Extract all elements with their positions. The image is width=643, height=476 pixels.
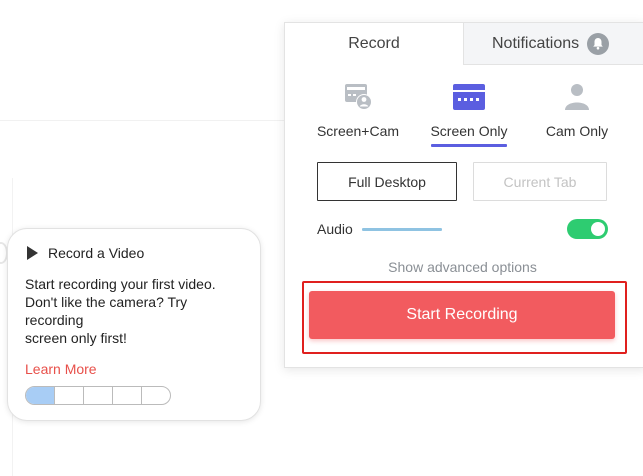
- onboarding-body: Start recording your first video. Don't …: [25, 275, 255, 347]
- bell-icon: [587, 32, 610, 55]
- tab-bar: Record Notifications: [285, 23, 643, 65]
- audio-label: Audio: [317, 221, 353, 237]
- progress-step: [55, 387, 84, 404]
- progress-step: [142, 387, 170, 404]
- tab-notifications[interactable]: Notifications: [463, 23, 643, 65]
- mode-screen-cam-label: Screen+Cam: [316, 123, 400, 139]
- tab-notifications-label: Notifications: [492, 34, 580, 52]
- mode-cam-only-label: Cam Only: [545, 123, 609, 139]
- onboarding-body-line: recording: [25, 312, 84, 328]
- onboarding-card: Record a Video Start recording your firs…: [7, 228, 261, 421]
- onboarding-body-line: screen only first!: [25, 330, 127, 346]
- onboarding-header: Record a Video: [27, 245, 144, 261]
- progress-step: [113, 387, 142, 404]
- onboarding-body-line: Don't like the camera? Try: [25, 294, 188, 310]
- toggle-knob: [591, 222, 605, 236]
- show-advanced-options-link[interactable]: Show advanced options: [285, 259, 640, 275]
- progress-step: [26, 387, 55, 404]
- mode-screen-only-label: Screen Only: [430, 123, 508, 139]
- audio-level-slider[interactable]: [362, 228, 442, 231]
- screen-cam-icon: [310, 81, 406, 113]
- play-icon: [27, 246, 38, 260]
- onboarding-progress: [25, 386, 171, 405]
- mode-screen-cam[interactable]: Screen+Cam: [310, 81, 406, 139]
- current-tab-button[interactable]: Current Tab: [473, 162, 607, 201]
- cam-only-icon: [535, 81, 619, 113]
- selected-mode-indicator: [431, 144, 507, 147]
- start-recording-button[interactable]: Start Recording: [309, 291, 615, 339]
- progress-step: [84, 387, 113, 404]
- learn-more-link[interactable]: Learn More: [25, 361, 97, 377]
- mode-cam-only[interactable]: Cam Only: [535, 81, 619, 139]
- mode-screen-only[interactable]: Screen Only: [425, 81, 513, 147]
- background-divider: [0, 120, 285, 121]
- onboarding-body-line: Start recording your first video.: [25, 276, 216, 292]
- tab-record[interactable]: Record: [285, 23, 463, 65]
- audio-toggle[interactable]: [567, 219, 608, 239]
- full-desktop-button[interactable]: Full Desktop: [317, 162, 457, 201]
- onboarding-title: Record a Video: [48, 245, 145, 261]
- recorder-popup: Record Notifications Screen+Cam Screen O…: [284, 22, 643, 368]
- screen-only-icon: [425, 81, 513, 113]
